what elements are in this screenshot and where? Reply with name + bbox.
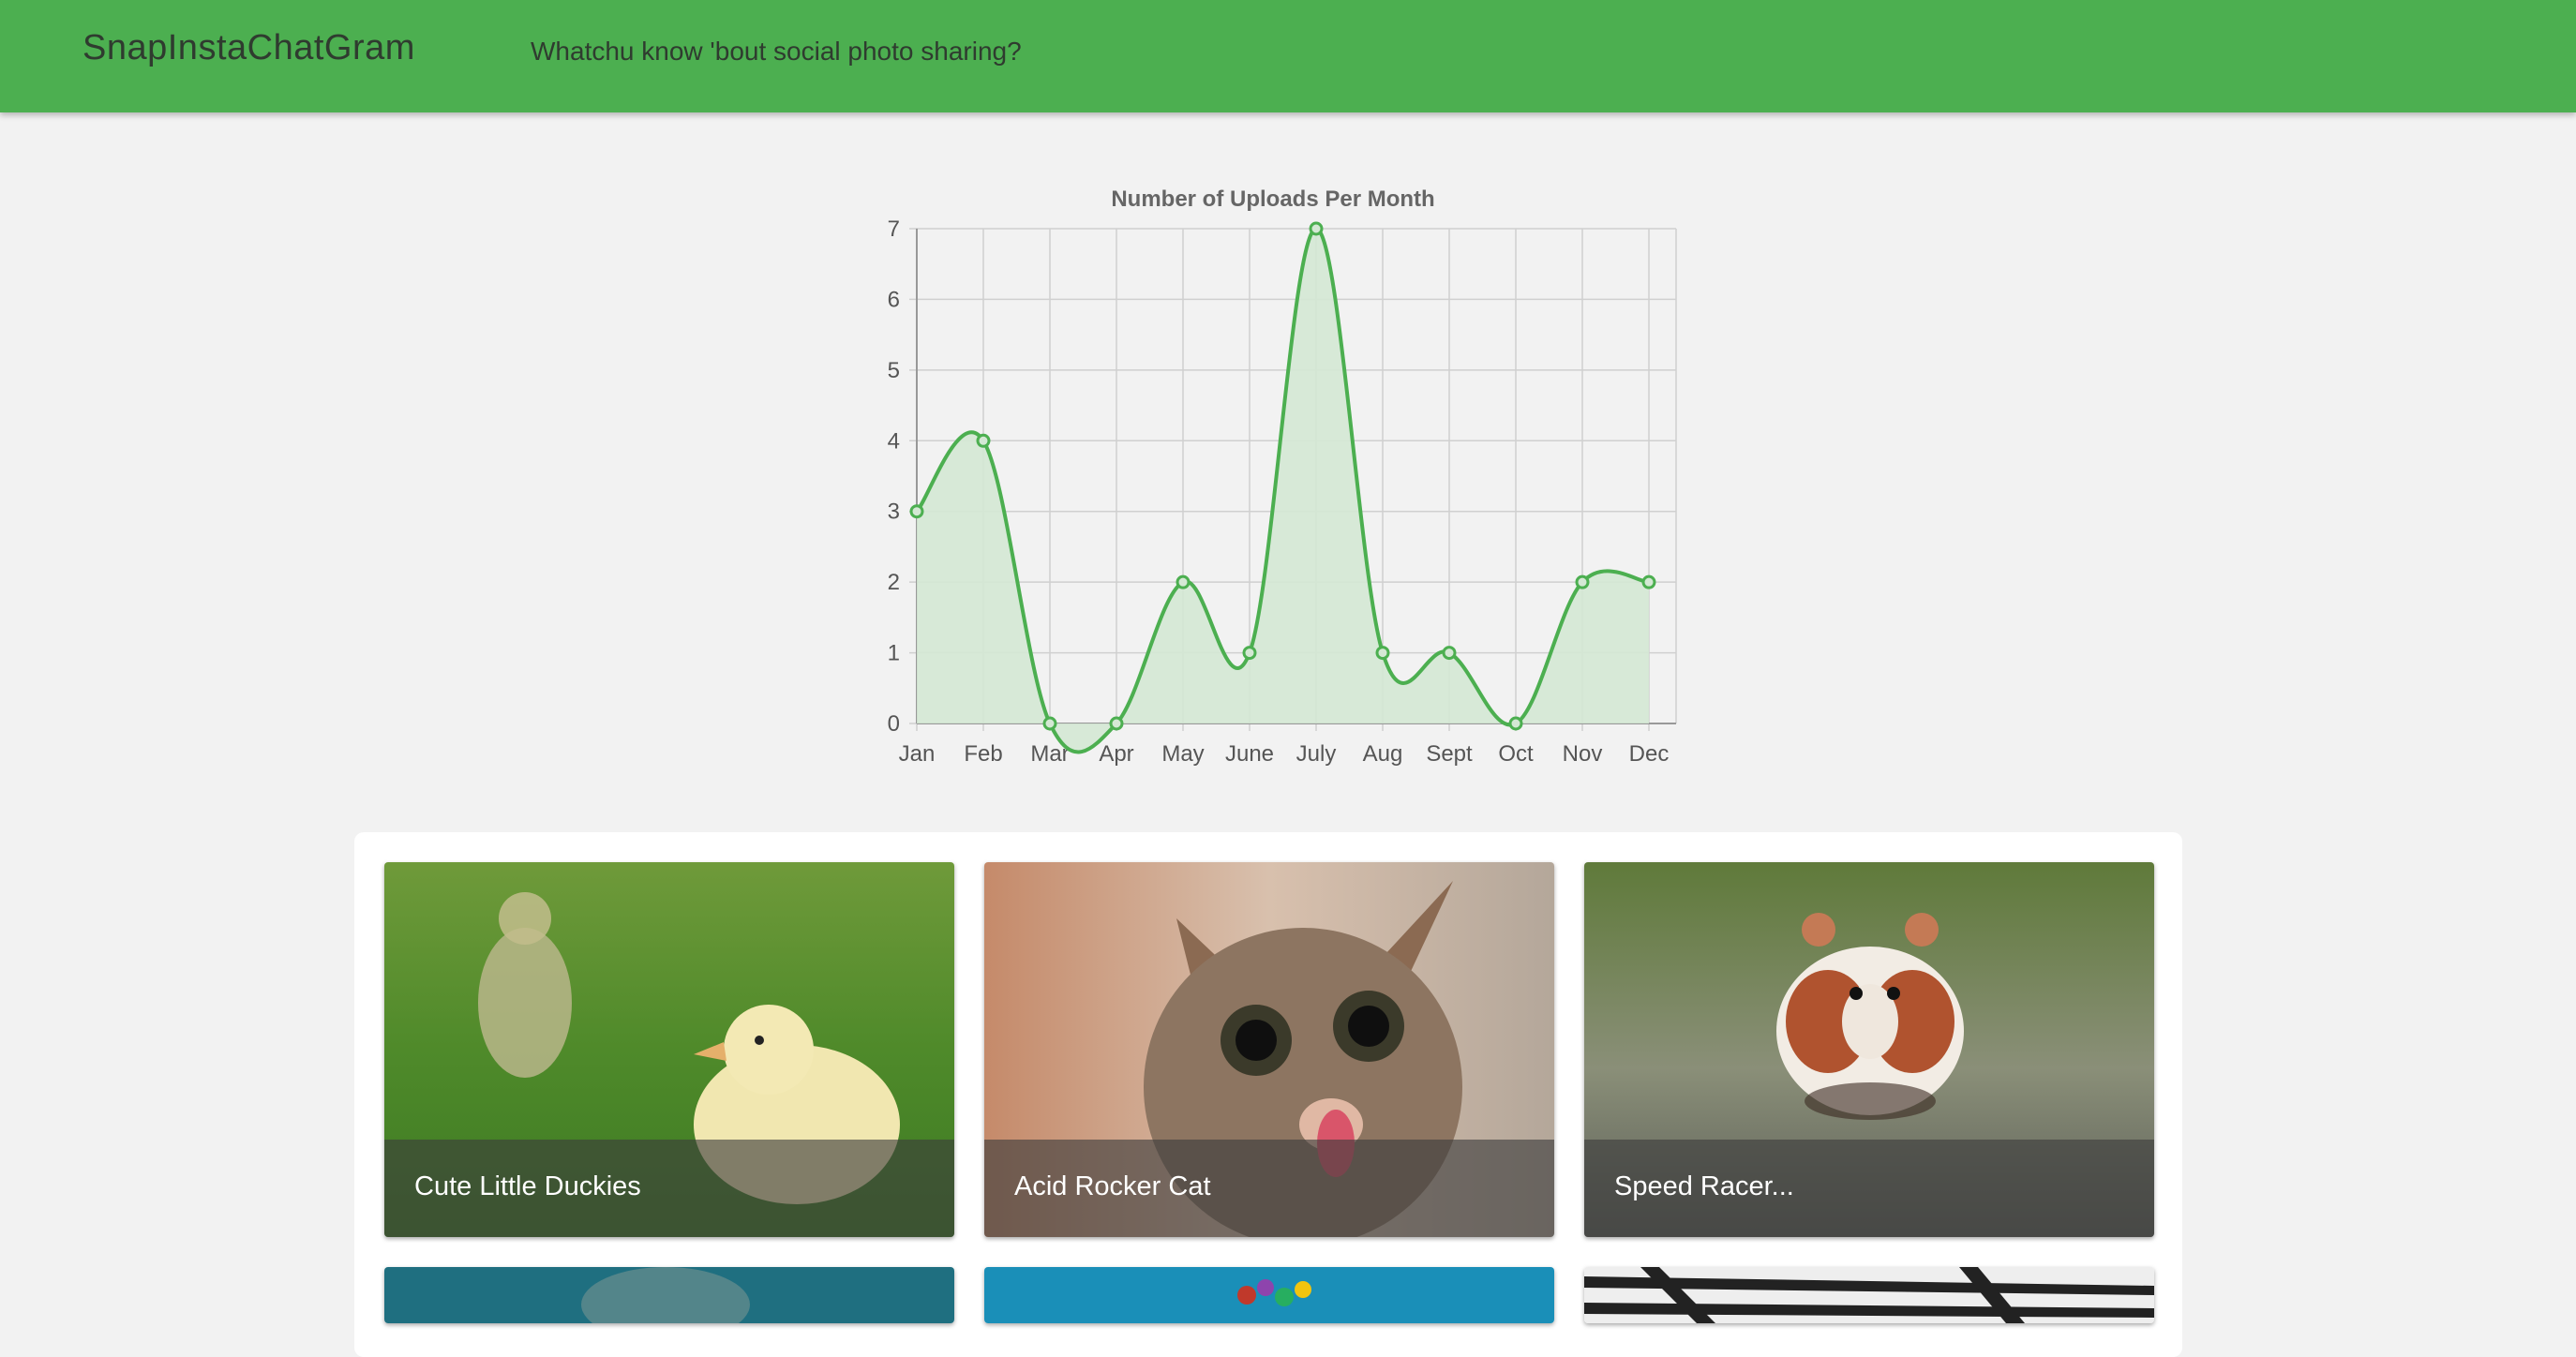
- top-navbar: SnapInstaChatGram Whatchu know 'bout soc…: [0, 0, 2576, 112]
- x-tick-label: Oct: [1498, 741, 1534, 767]
- series-area: [917, 229, 1649, 753]
- photo-caption-bar: Cute Little Duckies: [384, 1140, 954, 1237]
- brand-logo[interactable]: SnapInstaChatGram: [82, 28, 415, 68]
- zebra-pattern-photo-icon: [1584, 1267, 2154, 1323]
- x-tick-label: Apr: [1099, 741, 1133, 767]
- data-point[interactable]: [1042, 716, 1057, 731]
- x-tick-label: Jan: [899, 741, 936, 767]
- photo-caption-bar: Speed Racer...: [1584, 1140, 2154, 1237]
- data-point[interactable]: [909, 504, 924, 519]
- x-tick-label: July: [1296, 741, 1337, 767]
- photo-caption: Cute Little Duckies: [414, 1171, 641, 1201]
- coral-reef-photo-icon: [984, 1267, 1554, 1323]
- y-tick-label: 2: [888, 570, 900, 595]
- uploads-chart-svg: Number of Uploads Per Month 0 1 2 3 4 5 6 7 Jan Fe…: [888, 186, 1677, 767]
- y-tick-label: 6: [888, 287, 900, 312]
- x-tick-label: Dec: [1629, 741, 1670, 767]
- underwater-photo-icon: [384, 1267, 954, 1323]
- photo-caption-bar: Acid Rocker Cat: [984, 1140, 1554, 1237]
- data-point[interactable]: [1176, 574, 1191, 589]
- data-point[interactable]: [1575, 574, 1590, 589]
- y-tick-label: 7: [888, 216, 900, 242]
- photo-caption: Speed Racer...: [1614, 1171, 1794, 1201]
- y-tick-label: 1: [888, 641, 900, 666]
- data-point[interactable]: [1242, 646, 1257, 661]
- y-tick-label: 5: [888, 358, 900, 383]
- data-point[interactable]: [1508, 716, 1523, 731]
- x-tick-label: Aug: [1363, 741, 1403, 767]
- site-tagline: Whatchu know 'bout social photo sharing?: [531, 37, 1022, 66]
- x-tick-label: Nov: [1563, 741, 1603, 767]
- data-point[interactable]: [1109, 716, 1124, 731]
- photo-caption: Acid Rocker Cat: [1014, 1171, 1211, 1201]
- photo-card-ducklings[interactable]: Cute Little Duckies: [384, 862, 954, 1237]
- photo-card-underwater[interactable]: [384, 1267, 954, 1323]
- data-point[interactable]: [976, 433, 991, 448]
- data-point[interactable]: [1375, 646, 1390, 661]
- uploads-chart: Number of Uploads Per Month 0 1 2 3 4 5 6 7 Jan Fe…: [862, 169, 1706, 787]
- y-tick-label: 0: [888, 711, 900, 737]
- photo-card-zebra[interactable]: [1584, 1267, 2154, 1323]
- chart-title: Number of Uploads Per Month: [1111, 186, 1434, 212]
- photo-gallery: Cute Little Duckies Acid Rocker Cat Spee…: [354, 832, 2182, 1357]
- x-tick-label: Sept: [1426, 741, 1473, 767]
- y-tick-label: 3: [888, 500, 900, 525]
- x-tick-label: May: [1161, 741, 1204, 767]
- x-tick-label: Feb: [964, 741, 1002, 767]
- data-point[interactable]: [1442, 646, 1457, 661]
- photo-card-coral[interactable]: [984, 1267, 1554, 1323]
- photo-card-cat[interactable]: Acid Rocker Cat: [984, 862, 1554, 1237]
- x-tick-label: June: [1225, 741, 1274, 767]
- y-tick-label: 4: [888, 428, 900, 454]
- photo-card-hamster[interactable]: Speed Racer...: [1584, 862, 2154, 1237]
- data-point[interactable]: [1641, 574, 1656, 589]
- data-point[interactable]: [1309, 221, 1324, 236]
